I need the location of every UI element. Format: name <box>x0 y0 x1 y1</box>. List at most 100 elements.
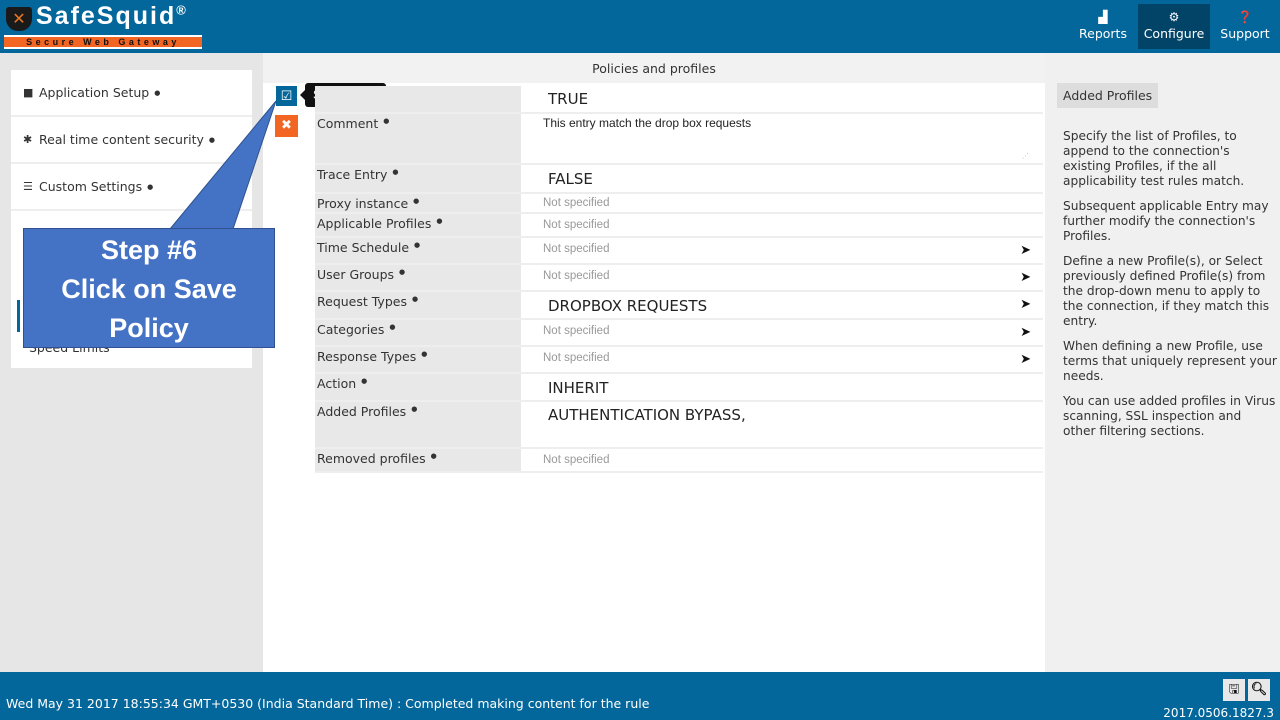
info-icon[interactable]: ● <box>412 295 418 303</box>
status-message: Wed May 31 2017 18:55:34 GMT+0530 (India… <box>6 696 650 711</box>
field-label: Time Schedule <box>317 240 410 255</box>
safesquid-logo[interactable]: ✕ SafeSquid® Secure Web Gateway <box>4 2 204 51</box>
top-bar: ✕ SafeSquid® Secure Web Gateway ▟ Report… <box>0 0 1280 53</box>
response-types-value[interactable]: Not specified <box>521 347 1043 372</box>
briefcase-icon: ■ <box>23 86 34 99</box>
form-row-removed-profiles: Removed profiles ● Not specified <box>315 449 1043 473</box>
info-icon[interactable]: ● <box>411 405 417 413</box>
policy-form: TRUE Comment ● This entry match the drop … <box>315 86 1043 473</box>
info-icon[interactable]: ● <box>431 452 437 460</box>
save-policy-button[interactable]: ☑ <box>275 85 298 107</box>
info-icon[interactable]: ● <box>414 241 420 249</box>
help-paragraph: You can use added profiles in Virus scan… <box>1063 394 1276 438</box>
info-icon[interactable]: ● <box>413 197 419 205</box>
nav-configure-label: Configure <box>1143 26 1205 41</box>
field-label: Added Profiles <box>317 404 407 419</box>
info-icon[interactable]: ● <box>421 350 427 358</box>
callout-line-1: Step #6 <box>100 235 198 265</box>
categories-value[interactable]: Not specified <box>521 320 1043 345</box>
added-profiles-value[interactable]: AUTHENTICATION BYPASS, <box>521 402 1043 447</box>
form-row-applicable-profiles: Applicable Profiles ● Not specified <box>315 214 1043 238</box>
sidebar-item-custom-settings[interactable]: ☰ Custom Settings ● <box>11 164 252 211</box>
field-label: Trace Entry <box>317 167 388 182</box>
form-row-categories: Categories ● Not specified ➤ <box>315 320 1043 347</box>
search-button[interactable]: 🔍︎ <box>1248 679 1270 701</box>
info-icon[interactable]: ● <box>209 136 215 144</box>
bug-icon: ✱ <box>23 133 33 146</box>
request-types-value[interactable]: DROPBOX REQUESTS <box>521 292 1043 318</box>
time-schedule-value[interactable]: Not specified <box>521 238 1043 263</box>
form-row-enabled: TRUE <box>315 86 1043 114</box>
sidebar-item-label: Real time content security <box>39 132 204 147</box>
help-paragraph: Specify the list of Profiles, to append … <box>1063 129 1245 188</box>
help-paragraph: When defining a new Profile, use terms t… <box>1063 339 1277 383</box>
field-label: Removed profiles <box>317 451 426 466</box>
resize-handle-icon[interactable]: ⋰ <box>1022 152 1029 160</box>
info-icon[interactable]: ● <box>383 117 389 125</box>
info-icon[interactable]: ● <box>399 268 405 276</box>
callout-line-2: Click on Save <box>61 274 237 304</box>
field-label: Applicable Profiles <box>317 216 432 231</box>
form-row-request-types: Request Types ● DROPBOX REQUESTS ➤ <box>315 292 1043 320</box>
form-row-added-profiles: Added Profiles ● AUTHENTICATION BYPASS, <box>315 402 1043 449</box>
nav-support-label: Support <box>1220 26 1270 41</box>
field-label: Action <box>317 376 357 391</box>
area-chart-icon: ▟ <box>1098 10 1108 24</box>
callout-line-3: Policy <box>109 313 189 343</box>
info-icon[interactable]: ● <box>389 323 395 331</box>
sidebar-item-label: Application Setup <box>39 85 150 100</box>
proxy-instance-value[interactable]: Not specified <box>521 194 1043 212</box>
form-row-action: Action ● INHERIT <box>315 374 1043 402</box>
form-row-trace-entry: Trace Entry ● FALSE <box>315 165 1043 194</box>
send-icon[interactable]: ➤ <box>1020 297 1031 312</box>
removed-profiles-value[interactable]: Not specified <box>521 449 1043 471</box>
step-callout: Step #6 Click on Save Policy <box>23 228 275 348</box>
field-label: Proxy instance <box>317 196 409 211</box>
info-icon[interactable]: ● <box>392 168 398 176</box>
send-icon[interactable]: ➤ <box>1020 352 1031 367</box>
help-panel: Added Profiles Specify the list of Profi… <box>1045 53 1280 672</box>
status-bar: Wed May 31 2017 18:55:34 GMT+0530 (India… <box>0 672 1280 720</box>
send-icon[interactable]: ➤ <box>1020 270 1031 285</box>
form-row-proxy-instance: Proxy instance ● Not specified <box>315 194 1043 214</box>
info-icon[interactable]: ● <box>147 183 153 191</box>
cancel-button[interactable]: ✖ <box>275 115 298 137</box>
action-value[interactable]: INHERIT <box>521 374 1043 400</box>
enabled-value[interactable]: TRUE <box>521 86 1043 112</box>
send-icon[interactable]: ➤ <box>1020 243 1031 258</box>
nav-reports[interactable]: ▟ Reports <box>1068 4 1138 49</box>
send-icon[interactable]: ➤ <box>1020 325 1031 340</box>
user-groups-value[interactable]: Not specified <box>521 265 1043 290</box>
cogs-icon: ⚙ <box>1168 10 1180 24</box>
check-square-icon: ☑ <box>280 89 293 104</box>
sidebar-active-indicator <box>17 300 20 332</box>
nav-reports-label: Reports <box>1079 26 1127 41</box>
info-icon[interactable]: ● <box>154 89 160 97</box>
page-title: Policies and profiles <box>263 53 1045 83</box>
nav-support[interactable]: ❓ Support <box>1210 4 1280 49</box>
sidebar-item-real-time-content-security[interactable]: ✱ Real time content security ● <box>11 117 252 164</box>
form-row-user-groups: User Groups ● Not specified ➤ <box>315 265 1043 292</box>
field-label: User Groups <box>317 267 395 282</box>
info-icon[interactable]: ● <box>361 377 367 385</box>
nav-configure[interactable]: ⚙ Configure <box>1138 4 1210 49</box>
comment-textarea[interactable]: This entry match the drop box requests <box>521 114 1043 163</box>
trace-entry-value[interactable]: FALSE <box>521 165 1043 192</box>
help-title: Added Profiles <box>1057 83 1159 108</box>
version-label: 2017.0506.1827.3 <box>1163 706 1274 720</box>
close-icon: ✖ <box>281 118 292 133</box>
main-panel: Policies and profiles ☑ ✖ Save Policy TR… <box>263 53 1045 672</box>
logo-title: SafeSquid <box>36 2 177 30</box>
save-config-button[interactable]: 🖫 <box>1223 679 1245 701</box>
info-icon[interactable]: ● <box>436 217 442 225</box>
field-label: Categories <box>317 322 385 337</box>
sidebar-item-application-setup[interactable]: ■ Application Setup ● <box>11 70 252 117</box>
applicable-profiles-value[interactable]: Not specified <box>521 214 1043 236</box>
top-nav: ▟ Reports ⚙ Configure ❓ Support <box>1068 4 1280 49</box>
help-paragraph: Define a new Profile(s), or Select previ… <box>1063 254 1270 328</box>
form-row-comment: Comment ● This entry match the drop box r… <box>315 114 1043 165</box>
field-label <box>315 86 521 112</box>
search-icon: 🔍︎ <box>1250 682 1268 697</box>
sliders-icon: ☰ <box>23 180 33 193</box>
field-label: Response Types <box>317 349 417 364</box>
